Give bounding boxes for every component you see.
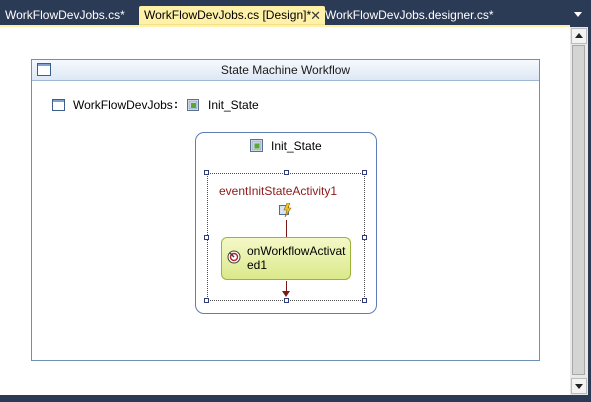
tab-label: WorkFlowDevJobs.cs* [5,8,125,22]
scroll-down-button[interactable] [571,378,587,394]
tab-workflowdevjobs-cs[interactable]: WorkFlowDevJobs.cs* [5,6,125,25]
scroll-up-button[interactable] [571,28,587,44]
arrow-down-icon [575,384,583,389]
event-driven-icon [279,203,292,217]
breadcrumb-workflow-link[interactable]: WorkFlowDevJobs [73,97,173,113]
resize-handle[interactable] [284,298,289,303]
workflow-icon [52,99,65,111]
document-tab-strip: WorkFlowDevJobs.cs* WorkFlowDevJobs.cs [… [0,0,591,25]
tab-label: WorkFlowDevJobs.cs [Design]* [144,8,312,22]
close-icon[interactable]: ✕ [310,7,321,24]
event-activity-label[interactable]: eventInitStateActivity1 [219,184,337,198]
resize-handle[interactable] [362,170,367,175]
workflow-header: State Machine Workflow [32,60,539,81]
resize-handle[interactable] [204,298,209,303]
connector-line [286,220,287,237]
breadcrumb-state-link[interactable]: Init_State [208,97,259,113]
tab-workflowdevjobs-designer-cs[interactable]: WorkFlowDevJobs.designer.cs* [325,6,494,25]
resize-handle[interactable] [284,170,289,175]
resize-handle[interactable] [362,298,367,303]
chevron-down-icon[interactable] [574,12,582,17]
resize-handle[interactable] [204,235,209,240]
arrow-down-icon [282,291,290,297]
tab-label: WorkFlowDevJobs.designer.cs* [325,8,494,22]
workflow-window-icon [37,63,51,76]
handle-external-event-icon [227,250,241,264]
activity-label: onWorkflowActivated1 [247,244,346,272]
resize-handle[interactable] [362,235,367,240]
state-icon [250,139,263,152]
state-title-label: Init_State [271,139,322,153]
tab-workflowdevjobs-design[interactable]: WorkFlowDevJobs.cs [Design]* ✕ [139,6,325,25]
workflow-title: State Machine Workflow [220,63,351,77]
scrollbar-thumb[interactable] [572,45,585,375]
vertical-scrollbar[interactable] [570,27,588,395]
arrow-up-icon [575,33,583,38]
breadcrumb-separator: : [174,97,178,111]
resize-handle[interactable] [204,170,209,175]
state-icon [187,99,199,111]
bottom-chrome [0,395,591,402]
